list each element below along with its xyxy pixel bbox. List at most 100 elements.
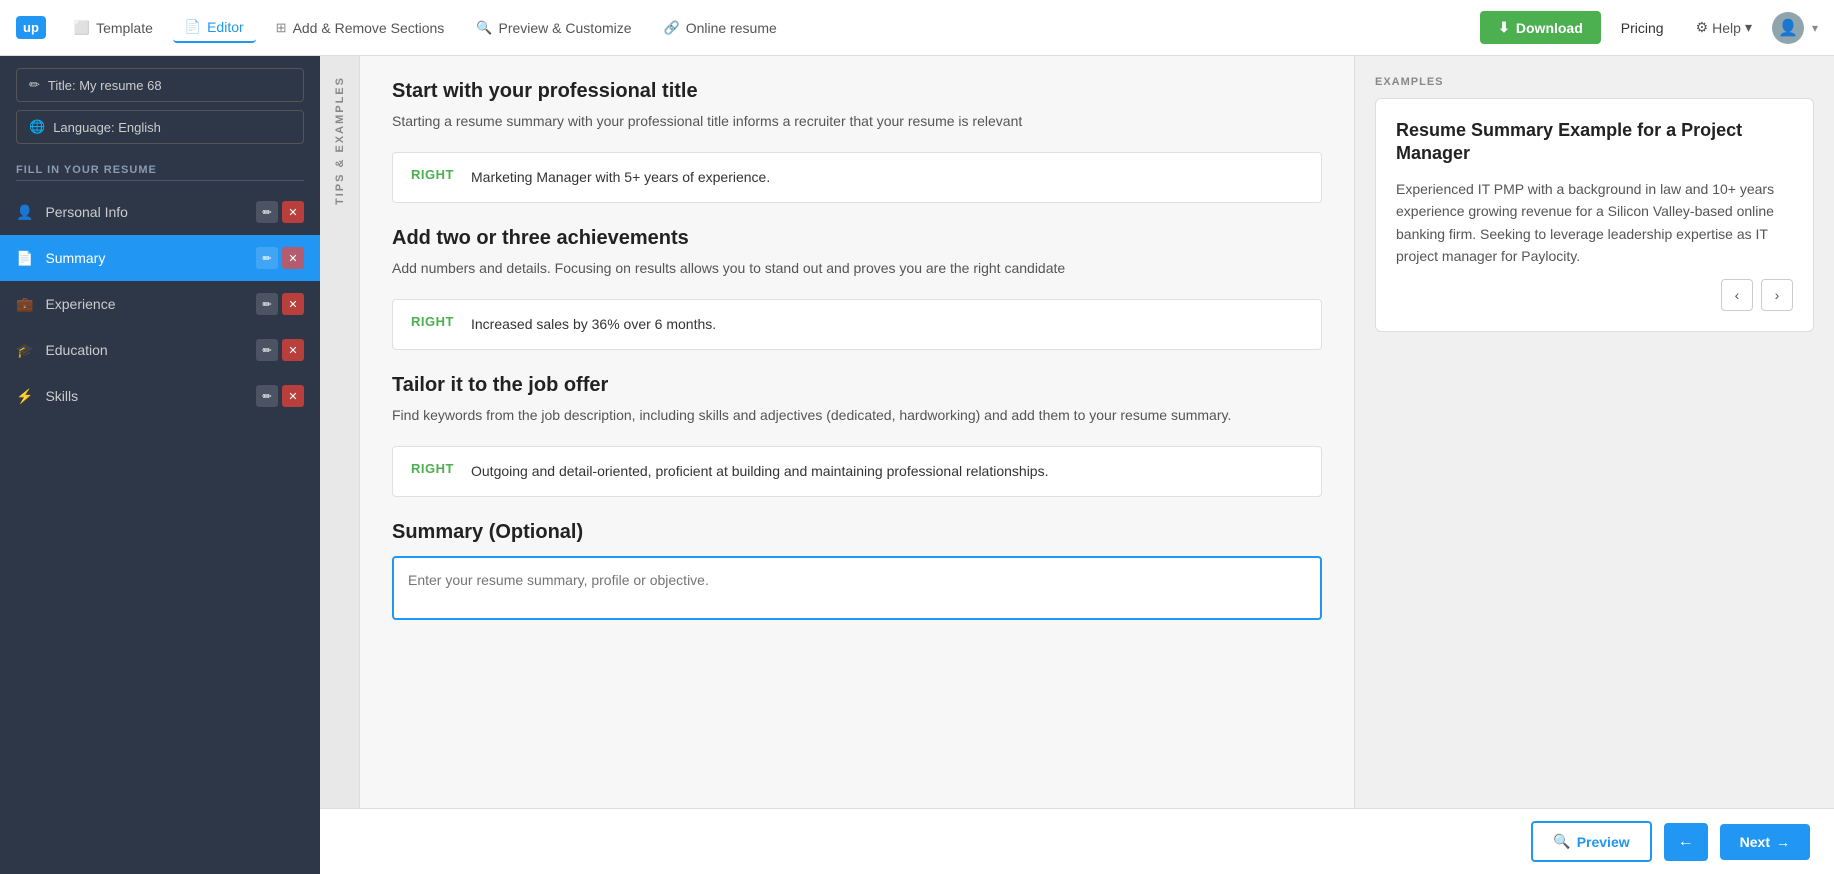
tips-label: TIPS & EXAMPLES <box>334 76 346 205</box>
content-area: TIPS & EXAMPLES Start with your professi… <box>320 56 1834 808</box>
tip-desc-2: Add numbers and details. Focusing on res… <box>392 258 1322 279</box>
delete-experience-button[interactable]: ✕ <box>282 293 304 315</box>
experience-icon: 💼 <box>16 296 33 313</box>
preview-icon: 🔍 <box>476 20 492 36</box>
optional-section-title: Summary (Optional) <box>392 521 1322 544</box>
sidebar: ✏ Title: My resume 68 🌐 Language: Englis… <box>0 56 320 874</box>
edit-personal-info-button[interactable]: ✏ <box>256 201 278 223</box>
right-badge-1: RIGHT <box>411 167 455 182</box>
delete-skills-button[interactable]: ✕ <box>282 385 304 407</box>
summary-textarea[interactable] <box>394 558 1320 618</box>
sidebar-item-actions: ✏ ✕ <box>256 201 304 223</box>
back-arrow-icon: ← <box>1678 833 1694 850</box>
logo[interactable]: up <box>16 16 46 39</box>
delete-personal-info-button[interactable]: ✕ <box>282 201 304 223</box>
avatar-chevron: ▾ <box>1812 21 1818 35</box>
back-button[interactable]: ← <box>1664 823 1708 861</box>
tip-section-3: Tailor it to the job offer Find keywords… <box>392 374 1322 497</box>
nav-editor[interactable]: 📄 Editor <box>173 13 256 43</box>
summary-textarea-container <box>392 556 1322 620</box>
tip-section-1: Start with your professional title Start… <box>392 80 1322 203</box>
skills-icon: ⚡ <box>16 388 33 405</box>
example-card: Resume Summary Example for a Project Man… <box>1375 98 1814 332</box>
right-badge-2: RIGHT <box>411 314 455 329</box>
example-text-3: Outgoing and detail-oriented, proficient… <box>471 461 1048 482</box>
edit-experience-button[interactable]: ✏ <box>256 293 278 315</box>
sidebar-buttons: ✏ Title: My resume 68 🌐 Language: Englis… <box>0 56 320 156</box>
tips-panel: TIPS & EXAMPLES <box>320 56 360 808</box>
example-prev-button[interactable]: ‹ <box>1721 279 1753 311</box>
nav-add-remove[interactable]: ⊞ Add & Remove Sections <box>264 14 457 42</box>
language-button[interactable]: 🌐 Language: English <box>16 110 304 144</box>
delete-summary-button[interactable]: ✕ <box>282 247 304 269</box>
sidebar-item-summary[interactable]: 📄 Summary ✏ ✕ <box>0 235 320 281</box>
next-button[interactable]: Next → <box>1720 824 1810 860</box>
language-icon: 🌐 <box>29 119 45 135</box>
tip-heading-2: Add two or three achievements <box>392 227 1322 250</box>
edit-summary-button[interactable]: ✏ <box>256 247 278 269</box>
examples-label: EXAMPLES <box>1375 76 1814 88</box>
example-next-button[interactable]: › <box>1761 279 1793 311</box>
sidebar-item-actions: ✏ ✕ <box>256 339 304 361</box>
help-link[interactable]: ⚙ Help ▾ <box>1684 13 1764 42</box>
bottom-bar: 🔍 Preview ← Next → <box>320 808 1834 874</box>
sidebar-divider <box>16 180 304 181</box>
sidebar-item-label: Experience <box>45 296 244 312</box>
example-box-3: RIGHT Outgoing and detail-oriented, prof… <box>392 446 1322 497</box>
download-icon: ⬇ <box>1498 19 1510 36</box>
example-text-2: Increased sales by 36% over 6 months. <box>471 314 716 335</box>
avatar-icon: 👤 <box>1778 18 1798 38</box>
tip-heading-3: Tailor it to the job offer <box>392 374 1322 397</box>
preview-button[interactable]: 🔍 Preview <box>1531 821 1651 862</box>
delete-education-button[interactable]: ✕ <box>282 339 304 361</box>
edit-title-icon: ✏ <box>29 77 40 93</box>
sidebar-item-label: Education <box>45 342 244 358</box>
example-navigation: ‹ › <box>1396 279 1793 311</box>
main-scroll-content: Start with your professional title Start… <box>360 56 1354 808</box>
sidebar-item-label: Summary <box>45 250 244 266</box>
next-arrow-icon: → <box>1776 834 1790 850</box>
summary-icon: 📄 <box>16 250 33 267</box>
tip-heading-1: Start with your professional title <box>392 80 1322 103</box>
avatar[interactable]: 👤 <box>1772 12 1804 44</box>
sidebar-item-experience[interactable]: 💼 Experience ✏ ✕ <box>0 281 320 327</box>
edit-skills-button[interactable]: ✏ <box>256 385 278 407</box>
sidebar-item-actions: ✏ ✕ <box>256 247 304 269</box>
example-box-1: RIGHT Marketing Manager with 5+ years of… <box>392 152 1322 203</box>
tip-section-2: Add two or three achievements Add number… <box>392 227 1322 350</box>
help-icon: ⚙ <box>1696 19 1709 36</box>
title-button[interactable]: ✏ Title: My resume 68 <box>16 68 304 102</box>
nav-preview[interactable]: 🔍 Preview & Customize <box>464 14 643 42</box>
pricing-link[interactable]: Pricing <box>1609 14 1676 42</box>
nav-template[interactable]: ⬜ Template <box>62 14 165 42</box>
download-button[interactable]: ⬇ Download <box>1480 11 1601 44</box>
education-icon: 🎓 <box>16 342 33 359</box>
online-resume-icon: 🔗 <box>664 20 680 36</box>
help-chevron-icon: ▾ <box>1745 19 1752 36</box>
examples-panel: EXAMPLES Resume Summary Example for a Pr… <box>1354 56 1834 808</box>
example-card-title: Resume Summary Example for a Project Man… <box>1396 119 1793 166</box>
sidebar-item-education[interactable]: 🎓 Education ✏ ✕ <box>0 327 320 373</box>
example-card-body: Experienced IT PMP with a background in … <box>1396 178 1793 268</box>
tip-desc-1: Starting a resume summary with your prof… <box>392 111 1322 132</box>
personal-info-icon: 👤 <box>16 204 33 221</box>
editor-icon: 📄 <box>185 19 201 35</box>
edit-education-button[interactable]: ✏ <box>256 339 278 361</box>
right-badge-3: RIGHT <box>411 461 455 476</box>
tip-desc-3: Find keywords from the job description, … <box>392 405 1322 426</box>
sidebar-item-actions: ✏ ✕ <box>256 293 304 315</box>
main-layout: ✏ Title: My resume 68 🌐 Language: Englis… <box>0 56 1834 874</box>
sidebar-item-actions: ✏ ✕ <box>256 385 304 407</box>
example-box-2: RIGHT Increased sales by 36% over 6 mont… <box>392 299 1322 350</box>
preview-icon: 🔍 <box>1553 833 1570 850</box>
top-nav: up ⬜ Template 📄 Editor ⊞ Add & Remove Se… <box>0 0 1834 56</box>
example-text-1: Marketing Manager with 5+ years of exper… <box>471 167 770 188</box>
sidebar-item-skills[interactable]: ⚡ Skills ✏ ✕ <box>0 373 320 419</box>
sidebar-item-label: Personal Info <box>45 204 244 220</box>
add-remove-icon: ⊞ <box>276 20 287 36</box>
nav-online-resume[interactable]: 🔗 Online resume <box>652 14 789 42</box>
sidebar-item-personal-info[interactable]: 👤 Personal Info ✏ ✕ <box>0 189 320 235</box>
template-icon: ⬜ <box>74 20 90 36</box>
fill-label: FILL IN YOUR RESUME <box>0 156 320 180</box>
sidebar-item-label: Skills <box>45 388 244 404</box>
